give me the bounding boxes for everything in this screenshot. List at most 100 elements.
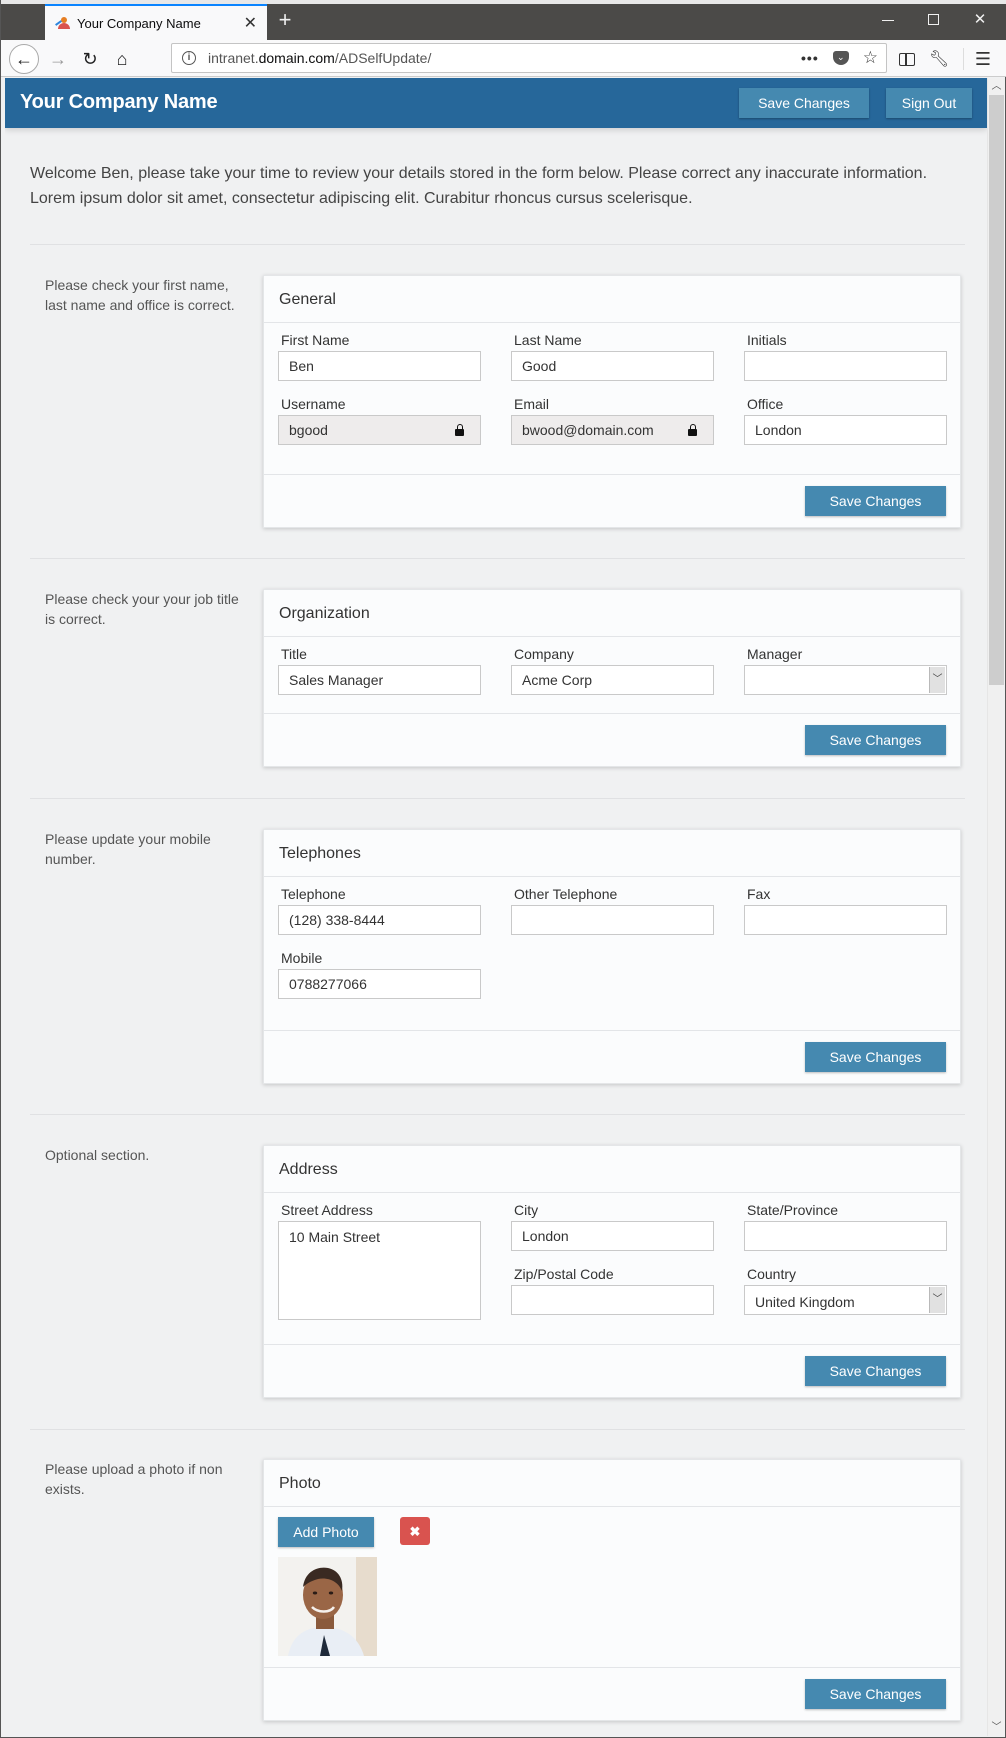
username-field: Username bgood <box>278 395 481 445</box>
photo-save-button[interactable]: Save Changes <box>805 1679 946 1709</box>
organization-save-button[interactable]: Save Changes <box>805 725 946 755</box>
card-title: Address <box>264 1146 960 1193</box>
first-name-label: First Name <box>281 332 350 348</box>
address-save-button[interactable]: Save Changes <box>805 1356 946 1386</box>
back-button[interactable]: ← <box>9 44 39 74</box>
city-label: City <box>514 1202 539 1218</box>
sign-out-button[interactable]: Sign Out <box>886 88 972 118</box>
chevron-down-icon[interactable]: ﹀ <box>929 667 945 693</box>
header-save-button[interactable]: Save Changes <box>739 88 869 118</box>
tools-button[interactable]: 🔧︎ <box>925 44 953 74</box>
last-name-input[interactable]: Good <box>511 351 714 381</box>
organization-help-text: Please check your your job title is corr… <box>45 591 239 627</box>
city-field: City London <box>511 1201 714 1251</box>
mobile-input[interactable]: 0788277066 <box>278 969 481 999</box>
card-title: Photo <box>264 1460 960 1507</box>
manager-field: Manager ﹀ <box>744 645 947 695</box>
sidebar-button[interactable] <box>893 44 921 74</box>
card-footer: Save Changes <box>264 474 960 527</box>
maximize-icon <box>928 14 939 25</box>
home-button[interactable]: ⌂ <box>107 44 137 74</box>
street-address-textarea[interactable]: 10 Main Street <box>278 1221 481 1320</box>
card-footer: Save Changes <box>264 713 960 766</box>
divider <box>30 558 965 559</box>
username-value: bgood <box>289 422 328 438</box>
general-help-text: Please check your first name, last name … <box>45 277 235 313</box>
initials-input[interactable] <box>744 351 947 381</box>
page-viewport: Your Company Name Save Changes Sign Out … <box>5 78 987 1736</box>
arrow-right-icon: → <box>49 48 67 69</box>
telephone-input[interactable]: (128) 338-8444 <box>278 905 481 935</box>
city-input[interactable]: London <box>511 1221 714 1251</box>
email-field: Email bwood@domain.com <box>511 395 714 445</box>
card-title: Organization <box>264 590 960 637</box>
telephones-save-button[interactable]: Save Changes <box>805 1042 946 1072</box>
company-field: Company Acme Corp <box>511 645 714 695</box>
state-label: State/Province <box>747 1202 839 1218</box>
minimize-button[interactable] <box>873 8 903 32</box>
telephone-field: Telephone (128) 338-8444 <box>278 885 481 935</box>
mobile-label: Mobile <box>281 950 323 966</box>
telephone-label: Telephone <box>281 886 346 902</box>
state-input[interactable] <box>744 1221 947 1251</box>
info-icon[interactable]: i <box>182 51 196 65</box>
arrow-left-icon: ← <box>15 48 33 69</box>
pocket-icon[interactable]: ⌄ <box>832 51 849 65</box>
scroll-up-icon[interactable]: ︿ <box>988 78 1005 95</box>
divider <box>30 244 965 245</box>
address-bar[interactable]: i intranet.domain.com/ADSelfUpdate/ ••• … <box>171 43 887 73</box>
office-input[interactable]: London <box>744 415 947 445</box>
maximize-button[interactable] <box>919 8 949 32</box>
welcome-text: Welcome Ben, please take your time to re… <box>30 165 928 207</box>
menu-button[interactable]: ☰ <box>969 44 997 74</box>
initials-field: Initials <box>744 331 947 381</box>
url-prefix: intranet. <box>208 50 259 66</box>
fax-input[interactable] <box>744 905 947 935</box>
zip-label: Zip/Postal Code <box>514 1266 614 1282</box>
hamburger-icon: ☰ <box>974 48 992 69</box>
more-horizontal-icon[interactable]: ••• <box>801 50 819 66</box>
url-actions: ••• ⌄ ☆ <box>801 48 878 68</box>
chevron-down-icon[interactable]: ﹀ <box>929 1287 945 1313</box>
url-text[interactable]: intranet.domain.com/ADSelfUpdate/ <box>208 50 801 66</box>
home-icon: ⌂ <box>116 48 128 69</box>
reload-icon: ↻ <box>82 48 98 69</box>
forward-button[interactable]: → <box>43 44 73 74</box>
lock-icon <box>455 424 464 436</box>
email-input: bwood@domain.com <box>511 415 714 445</box>
initials-label: Initials <box>747 332 787 348</box>
remove-photo-button[interactable]: ✖ <box>400 1517 430 1545</box>
card-footer: Save Changes <box>264 1030 960 1083</box>
star-icon[interactable]: ☆ <box>863 48 878 68</box>
brand-title: Your Company Name <box>20 91 218 113</box>
general-save-button[interactable]: Save Changes <box>805 486 946 516</box>
telephones-help-text: Please update your mobile number. <box>45 831 211 867</box>
username-label: Username <box>281 396 346 412</box>
url-domain: domain.com <box>258 50 335 66</box>
scrollbar-thumb[interactable] <box>989 95 1004 685</box>
zip-field: Zip/Postal Code <box>511 1265 714 1315</box>
country-select[interactable]: United Kingdom ﹀ <box>744 1285 947 1315</box>
manager-select[interactable]: ﹀ <box>744 665 947 695</box>
page-scrollbar[interactable]: ︿ ﹀ <box>987 78 1004 1736</box>
other-telephone-field: Other Telephone <box>511 885 714 935</box>
close-window-button[interactable]: ✕ <box>965 8 995 32</box>
browser-tab[interactable]: Your Company Name ✕ <box>45 4 267 40</box>
add-photo-button[interactable]: Add Photo <box>278 1517 374 1547</box>
divider <box>30 1429 965 1430</box>
new-tab-button[interactable]: + <box>273 8 297 32</box>
first-name-input[interactable]: Ben <box>278 351 481 381</box>
card-title: General <box>264 276 960 323</box>
other-telephone-input[interactable] <box>511 905 714 935</box>
photo-card: Photo Add Photo ✖ Save Changes <box>263 1459 961 1721</box>
zip-input[interactable] <box>511 1285 714 1315</box>
organization-card: Organization Title Sales Manager Company… <box>263 589 961 767</box>
address-help-text: Optional section. <box>45 1147 150 1163</box>
title-input[interactable]: Sales Manager <box>278 665 481 695</box>
close-tab-icon[interactable]: ✕ <box>244 13 257 33</box>
reload-button[interactable]: ↻ <box>75 44 105 74</box>
toolbar-separator <box>963 48 964 70</box>
company-input[interactable]: Acme Corp <box>511 665 714 695</box>
card-title: Telephones <box>264 830 960 877</box>
scroll-down-icon[interactable]: ﹀ <box>988 1719 1005 1736</box>
